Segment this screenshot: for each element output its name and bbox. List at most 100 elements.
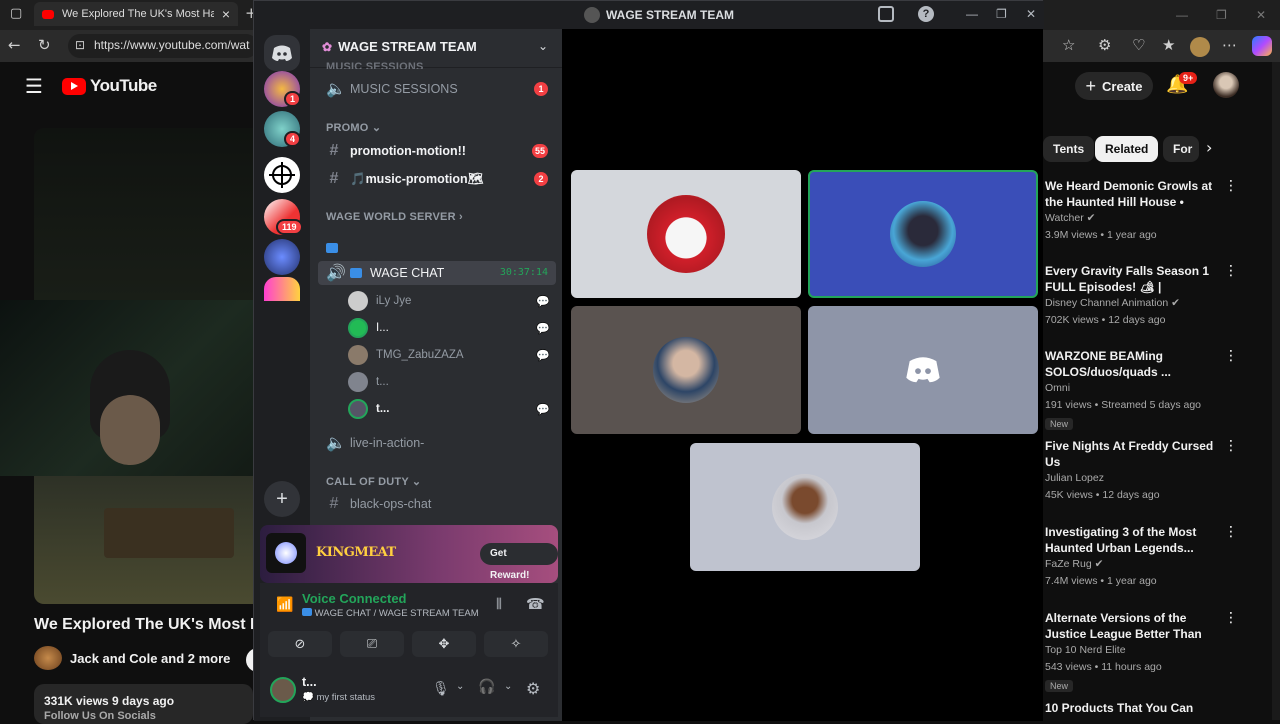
server-icon[interactable] [264, 277, 300, 301]
text-channel-promotion-motion[interactable]: # promotion-motion!! 55 [318, 139, 556, 163]
stream-inbox-icon[interactable] [878, 6, 894, 22]
discord-minimize-button[interactable]: — [966, 7, 978, 21]
chip-tents[interactable]: Tents [1043, 136, 1095, 162]
chip-for-you[interactable]: For [1163, 136, 1199, 162]
category-wage-world-server[interactable]: WAGE WORLD SERVER › [326, 211, 463, 223]
discord-maximize-button[interactable]: ❐ [996, 7, 1007, 21]
site-info-icon[interactable]: ⊡ [75, 38, 85, 52]
recommendation-item[interactable]: We Heard Demonic Growls at the Haunted H… [1045, 178, 1238, 244]
page-scrollbar[interactable] [1272, 62, 1280, 720]
hamburger-menu-icon[interactable]: ☰ [25, 74, 43, 98]
address-bar[interactable]: ⊡ https://www.youtube.com/wat [68, 34, 258, 58]
discord-window: WAGE STREAM TEAM ? — ❐ ✕ 1 4 119 + ✿ WAG… [253, 0, 1044, 721]
copilot-icon[interactable] [1252, 36, 1272, 56]
soundboard-button[interactable]: ✧ [484, 631, 548, 657]
user-avatar [348, 372, 368, 392]
user-settings-gear-icon[interactable]: ⚙ [526, 679, 540, 698]
text-channel-music-promotion[interactable]: # 🎵music-promotion🗺 2 [318, 167, 556, 191]
category-promo[interactable]: PROMO ⌄ [326, 121, 381, 134]
youtube-profile-avatar[interactable] [1213, 72, 1239, 98]
headphones-icon[interactable]: 🎧 [478, 679, 495, 695]
promo-banner[interactable]: KINGMEAT Get Reward! [260, 525, 558, 583]
participant-tile[interactable] [571, 306, 801, 434]
extensions-icon[interactable]: ⚙ [1098, 36, 1111, 54]
participant-tile-speaking[interactable] [808, 170, 1038, 298]
rec-menu-icon[interactable]: ⋮ [1224, 178, 1238, 194]
server-menu-chevron-icon[interactable]: ⌄ [538, 39, 548, 53]
rec-menu-icon[interactable]: ⋮ [1224, 263, 1238, 279]
back-icon[interactable]: ← [8, 36, 21, 54]
voice-user[interactable]: t... [348, 370, 556, 394]
audio-options-chevron-icon[interactable]: ⌄ [504, 681, 512, 692]
text-channel-black-ops-chat[interactable]: # black-ops-chat [318, 492, 556, 516]
create-button[interactable]: + Create [1075, 72, 1153, 100]
microphone-icon[interactable]: 🎙 [432, 681, 450, 697]
discord-home-button[interactable] [264, 35, 300, 71]
camera-off-button[interactable]: ⊘ [268, 631, 332, 657]
channel-name[interactable]: Jack and Cole and 2 more [70, 651, 230, 666]
category-call-of-duty[interactable]: CALL OF DUTY ⌄ [326, 475, 421, 488]
voice-channel-live-in-action[interactable]: 🔈 live-in-action- [318, 431, 556, 455]
server-icon[interactable] [264, 239, 300, 275]
voice-channel-wage-chat[interactable]: 🔊 WAGE CHAT 30:37:14 [318, 261, 556, 285]
browser-profile-avatar[interactable] [1190, 37, 1210, 57]
user-avatar[interactable] [270, 677, 296, 703]
notification-count-badge: 9+ [1179, 72, 1198, 84]
disconnect-icon[interactable]: ☎ [526, 595, 545, 613]
voice-location[interactable]: WAGE CHAT / WAGE STREAM TEAM [302, 608, 479, 619]
rec-menu-icon[interactable]: ⋮ [1224, 524, 1238, 540]
voice-user[interactable]: iLy Jye 💬 [348, 289, 556, 313]
voice-user[interactable]: I... 💬 [348, 316, 556, 340]
recommendation-item[interactable]: Five Nights At Freddy Cursed Us Julian L… [1045, 438, 1238, 504]
browser-maximize-button[interactable]: ❐ [1216, 8, 1227, 22]
recommendation-item[interactable]: Alternate Versions of the Justice League… [1045, 610, 1238, 694]
rec-menu-icon[interactable]: ⋮ [1224, 438, 1238, 454]
chips-next-arrow-icon[interactable]: › [1206, 138, 1212, 157]
youtube-logo[interactable]: YouTube [62, 76, 157, 96]
participant-avatar [647, 195, 725, 273]
favorite-star-icon[interactable]: ☆ [1062, 36, 1075, 54]
recommendation-item[interactable]: WARZONE BEAMing SOLOS/duos/quads ... Omn… [1045, 348, 1238, 432]
more-menu-icon[interactable]: ⋯ [1222, 36, 1237, 54]
server-icon[interactable]: 1 [264, 71, 302, 107]
browser-essentials-icon[interactable]: ♡ [1132, 36, 1145, 54]
recommendation-item[interactable]: Investigating 3 of the Most Haunted Urba… [1045, 524, 1238, 590]
noise-suppression-icon[interactable]: ⫼ [496, 597, 502, 612]
voice-channel-music-sessions[interactable]: 🔈 MUSIC SESSIONS 1 [318, 77, 556, 101]
game-emblem-icon [275, 542, 297, 564]
user-status[interactable]: 💭 my first status [302, 692, 375, 703]
server-icon[interactable] [264, 157, 300, 193]
rec-menu-icon[interactable]: ⋮ [1224, 610, 1238, 626]
browser-minimize-button[interactable]: — [1176, 8, 1188, 22]
voice-user[interactable]: t... 💬 [348, 397, 556, 421]
participant-tile[interactable] [571, 170, 801, 298]
server-icon[interactable]: 119 [264, 199, 303, 235]
participant-tile[interactable] [808, 306, 1038, 434]
tab-actions-icon[interactable]: ▢ [10, 6, 22, 21]
mic-options-chevron-icon[interactable]: ⌄ [456, 681, 464, 692]
signal-strength-icon[interactable]: 📶 [276, 597, 293, 613]
add-server-button[interactable]: + [264, 481, 300, 517]
channel-row[interactable]: Jack and Cole and 2 more [34, 646, 230, 670]
discord-close-button[interactable]: ✕ [1026, 7, 1036, 21]
voice-user[interactable]: TMG_ZabuZAZA 💬 [348, 343, 556, 367]
share-screen-button[interactable]: ⎚ [340, 631, 404, 657]
rec-meta: 191 views • Streamed 5 days ago [1045, 399, 1202, 411]
recommendation-item[interactable]: 10 Products That You Can ⋮ [1045, 700, 1220, 720]
tab-close-icon[interactable]: × [222, 6, 230, 22]
participant-tile[interactable] [690, 443, 920, 571]
channel-label: promotion-motion!! [350, 144, 466, 158]
server-header[interactable]: ✿ WAGE STREAM TEAM [322, 39, 477, 54]
rec-menu-icon[interactable]: ⋮ [1224, 348, 1238, 364]
server-icon[interactable]: 4 [264, 111, 302, 147]
favorites-icon[interactable]: ★ [1162, 36, 1175, 54]
browser-tab[interactable]: We Explored The UK's Most Haun × [34, 2, 238, 26]
description-box[interactable]: 331K views 9 days ago Follow Us On Socia… [34, 684, 253, 724]
reload-icon[interactable]: ↻ [38, 36, 51, 54]
activities-button[interactable]: ✥ [412, 631, 476, 657]
recommendation-item[interactable]: Every Gravity Falls Season 1 FULL Episod… [1045, 263, 1238, 329]
get-reward-button[interactable]: Get Reward! [480, 543, 558, 581]
chip-related[interactable]: Related [1095, 136, 1159, 162]
browser-close-button[interactable]: ✕ [1256, 8, 1266, 22]
help-icon[interactable]: ? [918, 6, 934, 22]
